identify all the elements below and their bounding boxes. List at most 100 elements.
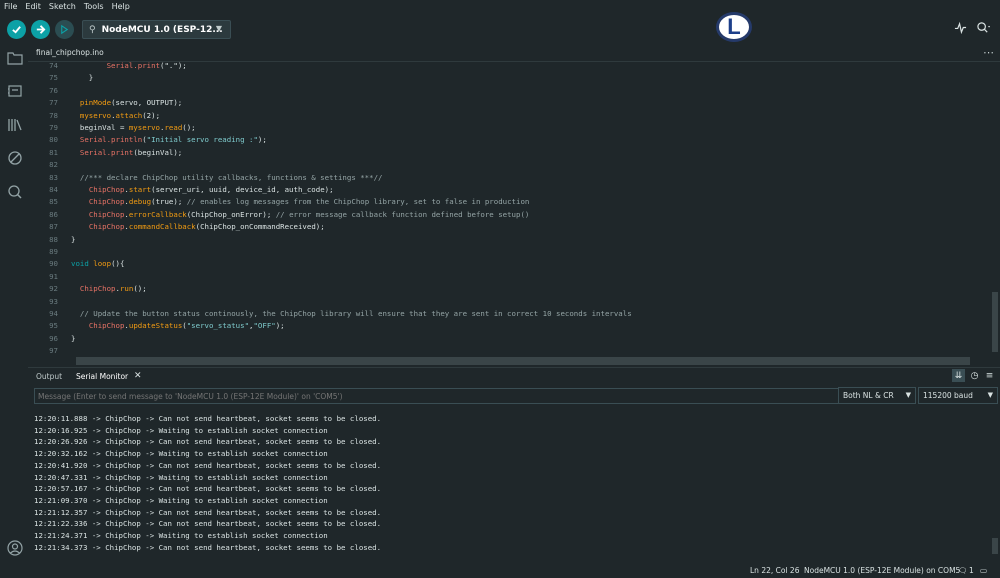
line-code: }	[71, 234, 76, 244]
monitor-line: 12:21:12.357 -> ChipChop -> Can not send…	[34, 507, 382, 517]
autoscroll-icon[interactable]: ⇊	[952, 369, 965, 382]
board-port-status: NodeMCU 1.0 (ESP-12E Module) on COM5	[804, 566, 961, 575]
user-profile-icon[interactable]	[7, 540, 23, 556]
menu-file[interactable]: File	[4, 2, 17, 11]
line-number: 80	[49, 135, 58, 145]
code-line[interactable]: 90 void loop(){	[28, 259, 988, 271]
line-code: ChipChop.errorCallback(ChipChop_onError)…	[88, 209, 530, 219]
code-line[interactable]: 95 ChipChop.updateStatus("servo_status",…	[28, 321, 988, 333]
menu-tools[interactable]: Tools	[84, 2, 104, 11]
folder-icon[interactable]	[7, 50, 23, 66]
file-tabs: final_chipchop.ino ⋯	[28, 45, 1000, 62]
monitor-line: 12:21:34.373 -> ChipChop -> Can not send…	[34, 542, 382, 552]
verify-button[interactable]	[7, 20, 26, 39]
code-line[interactable]: 76	[28, 86, 988, 98]
avatar: L	[716, 12, 752, 42]
code-line[interactable]: 87 ChipChop.commandCallback(ChipChop_onC…	[28, 222, 988, 234]
more-options-icon[interactable]: ⋯	[983, 46, 994, 59]
line-number: 91	[49, 271, 58, 281]
line-number: 97	[49, 346, 58, 356]
line-number: 75	[49, 73, 58, 83]
code-line[interactable]: 93	[28, 297, 988, 309]
serial-monitor-icon[interactable]	[976, 21, 991, 37]
file-tab-final-chipchop[interactable]: final_chipchop.ino	[36, 48, 104, 57]
toolbar: ⚲ NodeMCU 1.0 (ESP-12... ▼ L	[0, 12, 1000, 45]
menu-sketch[interactable]: Sketch	[49, 2, 76, 11]
menu-edit[interactable]: Edit	[25, 2, 41, 11]
clear-output-icon[interactable]: ≡	[983, 369, 996, 382]
board-selector[interactable]: ⚲ NodeMCU 1.0 (ESP-12... ▼	[82, 20, 231, 39]
code-line[interactable]: 74 Serial.print(".");	[28, 62, 988, 73]
line-ending-value: Both NL & CR	[843, 391, 894, 400]
monitor-scrollbar[interactable]	[990, 406, 1000, 554]
debug-button[interactable]	[55, 20, 74, 39]
line-code: }	[71, 333, 76, 343]
code-line[interactable]: 96}	[28, 334, 988, 346]
code-line[interactable]: 86 ChipChop.errorCallback(ChipChop_onErr…	[28, 210, 988, 222]
line-number: 74	[49, 62, 58, 70]
code-line[interactable]: 89	[28, 247, 988, 259]
editor-horizontal-scrollbar[interactable]	[76, 357, 970, 365]
baud-rate-select[interactable]: 115200 baud ▼	[918, 387, 998, 404]
debug-sidebar-icon[interactable]	[7, 150, 23, 166]
serial-plotter-icon[interactable]	[954, 21, 967, 37]
code-line[interactable]: 84 ChipChop.start(server_uri, uuid, devi…	[28, 185, 988, 197]
code-line[interactable]: 81 Serial.print(beginVal);	[28, 148, 988, 160]
line-code: ChipChop.updateStatus("servo_status","OF…	[88, 321, 285, 331]
tab-serial-monitor[interactable]: Serial Monitor	[76, 372, 128, 381]
line-number: 78	[49, 110, 58, 120]
line-code: //*** declare ChipChop utility callbacks…	[79, 172, 383, 182]
monitor-line: 12:21:24.371 -> ChipChop -> Waiting to e…	[34, 531, 328, 540]
line-number: 90	[49, 259, 58, 269]
code-line[interactable]: 91	[28, 272, 988, 284]
menu-help[interactable]: Help	[112, 2, 130, 11]
monitor-scroll-thumb[interactable]	[992, 538, 998, 554]
monitor-line: 12:20:47.331 -> ChipChop -> Waiting to e…	[34, 472, 328, 482]
line-code: Serial.print(beginVal);	[79, 147, 183, 157]
close-icon[interactable]: ✕	[134, 371, 142, 381]
code-line[interactable]: 78 myservo.attach(2);	[28, 111, 988, 123]
panel-toggle-icon[interactable]: ▭	[980, 566, 987, 575]
line-number: 81	[49, 147, 58, 157]
checkmark-icon	[12, 26, 21, 34]
code-editor[interactable]: 74 Serial.print("."); 75 } 76 77 pinMode(se…	[28, 62, 1000, 362]
code-line[interactable]: 85 ChipChop.debug(true); // enables log …	[28, 197, 988, 209]
library-manager-icon[interactable]	[7, 117, 23, 133]
arrow-right-icon	[36, 25, 46, 34]
message-input[interactable]	[34, 388, 864, 404]
boards-manager-icon[interactable]	[7, 83, 23, 99]
upload-button[interactable]	[31, 20, 50, 39]
line-code: beginVal = myservo.read();	[71, 123, 196, 132]
code-line[interactable]: 88}	[28, 235, 988, 247]
code-line[interactable]: 80 Serial.println("Initial servo reading…	[28, 135, 988, 147]
code-line[interactable]: 94 // Update the button status continous…	[28, 309, 988, 321]
line-number: 96	[49, 333, 58, 343]
menu-bar: File Edit Sketch Tools Help	[0, 0, 1000, 12]
line-ending-select[interactable]: Both NL & CR ▼	[838, 387, 916, 404]
notification-icon[interactable]: 🗨	[958, 566, 968, 575]
serial-monitor-output: 12:20:11.888 -> ChipChop -> Can not send…	[28, 406, 990, 554]
line-code: ChipChop.debug(true); // enables log mes…	[88, 197, 530, 207]
editor-scroll-thumb[interactable]	[992, 292, 998, 352]
baud-rate-value: 115200 baud	[923, 391, 973, 400]
line-code: ChipChop.run();	[79, 284, 147, 294]
code-line[interactable]: 75 }	[28, 73, 988, 85]
tab-output[interactable]: Output	[36, 372, 62, 381]
line-code: void loop(){	[71, 259, 125, 269]
timestamp-icon[interactable]: ◷	[968, 369, 981, 382]
line-number: 77	[49, 98, 58, 108]
code-line[interactable]: 92 ChipChop.run();	[28, 284, 988, 296]
usb-icon: ⚲	[89, 24, 96, 35]
code-line[interactable]: 77 pinMode(servo, OUTPUT);	[28, 98, 988, 110]
code-line[interactable]: 83 //*** declare ChipChop utility callba…	[28, 173, 988, 185]
line-number: 84	[49, 185, 58, 194]
status-bar: Ln 22, Col 26 NodeMCU 1.0 (ESP-12E Modul…	[0, 562, 1000, 578]
editor-vertical-scrollbar[interactable]	[990, 62, 1000, 357]
board-label: NodeMCU 1.0 (ESP-12...	[101, 24, 223, 35]
search-icon[interactable]	[7, 184, 23, 200]
line-code: ChipChop.commandCallback(ChipChop_onComm…	[88, 222, 325, 232]
code-line[interactable]: 82	[28, 160, 988, 172]
chevron-down-icon: ▼	[905, 391, 911, 399]
code-line[interactable]: 79 beginVal = myservo.read();	[28, 123, 988, 135]
line-number: 83	[49, 172, 58, 182]
